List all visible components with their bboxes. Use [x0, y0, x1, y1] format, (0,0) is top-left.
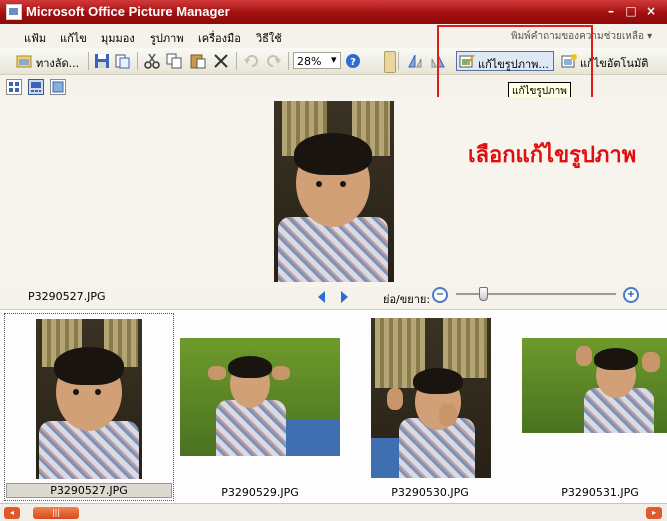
thumbnail-item[interactable]: P3290530.JPG: [346, 313, 514, 501]
help-icon[interactable]: ?: [345, 53, 361, 69]
zoom-slider-label: ย่อ/ขยาย:: [383, 293, 431, 306]
thumbnail-item[interactable]: P3290529.JPG: [176, 313, 344, 501]
window-title: Microsoft Office Picture Manager: [26, 4, 230, 19]
svg-text:?: ?: [350, 57, 356, 68]
picture-manager-app-icon[interactable]: [6, 4, 22, 20]
thumbnail-picture[interactable]: [371, 318, 491, 478]
thumbnail-item[interactable]: P3290531.JPG: [516, 313, 667, 501]
title-bar: Microsoft Office Picture Manager – □ ×: [0, 0, 667, 24]
thumbnail-filename: P3290530.JPG: [391, 486, 469, 499]
rotate-left-icon[interactable]: [407, 53, 423, 69]
menu-tools[interactable]: เครื่องมือ: [198, 29, 241, 47]
save-icon[interactable]: [94, 53, 110, 69]
thumbnail-filename: P3290527.JPG: [6, 483, 172, 498]
minimize-button[interactable]: –: [603, 3, 619, 19]
copy-icon[interactable]: [166, 53, 182, 69]
zoom-value: 28%: [297, 55, 322, 68]
preview-filename: P3290527.JPG: [28, 290, 106, 303]
preview-pane: เลือกแก้ไขรูปภาพ: [0, 97, 667, 287]
thumbnail-picture[interactable]: [36, 319, 142, 479]
toolbar-grip[interactable]: [384, 51, 396, 73]
scrollbar-grip: |||: [51, 508, 61, 517]
help-dropdown-icon[interactable]: ▾: [647, 31, 652, 42]
annotation-text: เลือกแก้ไขรูปภาพ: [468, 143, 637, 168]
shortcut-icon[interactable]: [16, 53, 32, 69]
delete-icon[interactable]: [213, 53, 229, 69]
close-button[interactable]: ×: [643, 3, 659, 19]
toolbar-separator: [398, 52, 399, 70]
redo-icon: [266, 53, 282, 69]
maximize-button[interactable]: □: [623, 3, 639, 19]
menu-help[interactable]: วิธีใช้: [256, 29, 282, 47]
toolbar-separator: [236, 52, 237, 70]
zoom-slider-thumb[interactable]: [479, 287, 488, 301]
next-picture-icon[interactable]: [341, 291, 348, 303]
scrollbar-thumb[interactable]: |||: [33, 507, 79, 519]
undo-icon: [243, 53, 259, 69]
preview-navigation: P3290527.JPG ย่อ/ขยาย: − +: [0, 287, 667, 309]
toolbar-separator: [288, 52, 289, 70]
thumbnail-view-icon[interactable]: [6, 79, 22, 95]
menu-view[interactable]: มุมมอง: [101, 29, 135, 47]
filmstrip-scrollbar[interactable]: ◂ ||| ▸: [0, 503, 667, 521]
toolbar-separator: [137, 52, 138, 70]
filmstrip-view-icon[interactable]: [28, 79, 44, 95]
toolbar-separator: [88, 52, 89, 70]
scroll-left-icon[interactable]: ◂: [4, 507, 20, 519]
zoom-in-icon[interactable]: +: [623, 287, 639, 303]
menu-edit[interactable]: แก้ไข: [60, 29, 87, 47]
preview-picture[interactable]: [274, 101, 394, 282]
zoom-dropdown-icon[interactable]: ▾: [331, 53, 337, 66]
single-picture-view-icon[interactable]: [50, 79, 66, 95]
previous-picture-icon[interactable]: [318, 291, 325, 303]
filmstrip: P3290527.JPG P3290529.JPG P3290530.JPG P…: [0, 309, 667, 503]
cut-icon[interactable]: [144, 53, 160, 69]
shortcuts-button[interactable]: ทางลัด...: [36, 54, 79, 72]
thumbnail-picture[interactable]: [180, 338, 340, 456]
thumbnail-picture[interactable]: [522, 338, 667, 433]
zoom-out-icon[interactable]: −: [432, 287, 448, 303]
thumbnail-filename: P3290529.JPG: [221, 486, 299, 499]
scroll-right-icon[interactable]: ▸: [646, 507, 662, 519]
picture-manager-window: Microsoft Office Picture Manager – □ × แ…: [0, 0, 667, 521]
menu-file[interactable]: แฟ้ม: [24, 29, 46, 47]
menu-picture[interactable]: รูปภาพ: [150, 29, 184, 47]
thumbnail-filename: P3290531.JPG: [561, 486, 639, 499]
export-icon[interactable]: [114, 53, 130, 69]
thumbnail-item[interactable]: P3290527.JPG: [4, 313, 174, 501]
paste-icon[interactable]: [190, 53, 206, 69]
